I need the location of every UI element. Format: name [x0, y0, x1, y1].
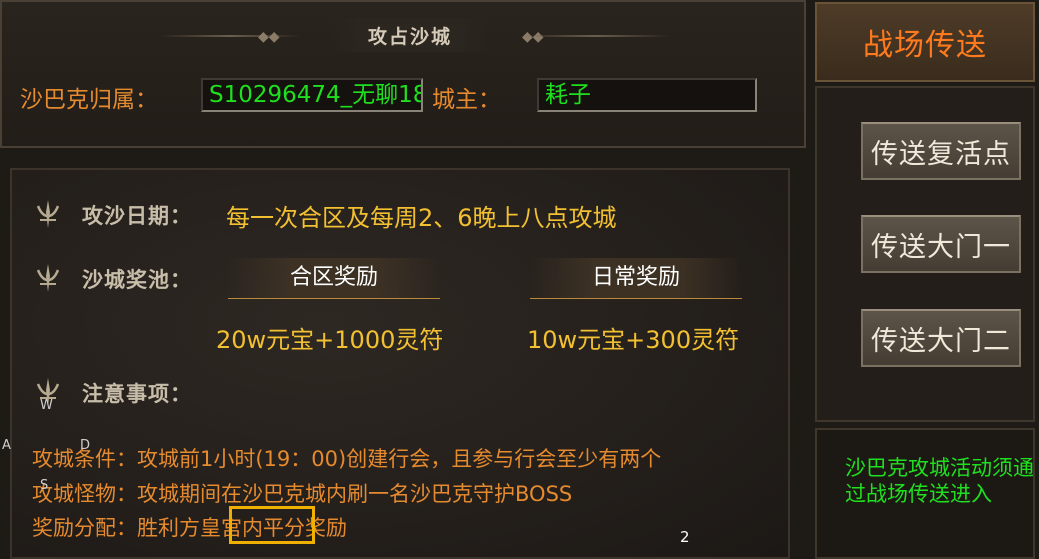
lord-field: 耗子 — [537, 78, 757, 112]
panel-title: 攻占沙城 — [330, 18, 490, 52]
teleport-gate-one-button[interactable]: 传送大门一 — [861, 215, 1021, 273]
lord-label: 城主： — [432, 87, 501, 113]
notes-label: 注意事项： — [82, 382, 192, 406]
note-line: 攻城条件：攻城前1小时(19：00)创建行会，且参与行会至少有两个 — [32, 447, 662, 471]
teleport-gate-two-button[interactable]: 传送大门二 — [861, 309, 1021, 367]
key-hint-2: 2 — [680, 528, 690, 546]
schedule-value: 每一次合区及每周2、6晚上八点攻城 — [226, 204, 617, 232]
title-ornament-left-icon: ◆◆ — [258, 29, 280, 45]
note-line: 攻城怪物：攻城期间在沙巴克城内刷一名沙巴克守护BOSS — [32, 482, 573, 506]
ownership-field: S10296474_无聊189 — [201, 78, 423, 112]
teleport-header: 战场传送 — [815, 2, 1035, 82]
ownership-label: 沙巴克归属： — [20, 87, 158, 113]
merge-reward-header: 合区奖励 — [228, 258, 440, 299]
prize-pool-label: 沙城奖池： — [82, 268, 192, 292]
teleport-revive-button[interactable]: 传送复活点 — [861, 122, 1021, 180]
schedule-label: 攻沙日期： — [82, 204, 192, 228]
key-hint-d: D — [80, 438, 91, 453]
merge-reward-value: 20w元宝+1000灵符 — [216, 326, 444, 354]
teleport-hint: 沙巴克攻城活动须通过战场传送进入 — [845, 456, 1034, 506]
title-ornament-right-icon: ◆◆ — [522, 29, 544, 45]
key-hint-a: A — [2, 438, 11, 453]
key-hint-w: W — [40, 398, 53, 413]
daily-reward-header: 日常奖励 — [530, 258, 742, 299]
sword-emblem-icon — [36, 264, 60, 292]
key-hint-s: S — [40, 478, 49, 493]
highlight-box — [229, 506, 315, 544]
sword-emblem-icon — [36, 200, 60, 228]
daily-reward-value: 10w元宝+300灵符 — [527, 326, 740, 354]
title-decoration-right — [520, 35, 670, 37]
